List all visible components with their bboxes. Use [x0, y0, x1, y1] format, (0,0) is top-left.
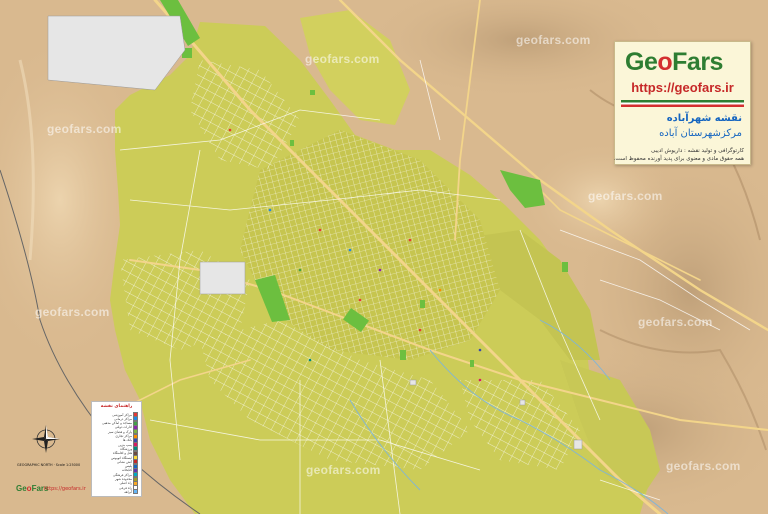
- brand-logo: GeoFars: [625, 48, 723, 77]
- map-legend: راهنمای نقشه مراکز آموزشی مراکز درمانی مسا…: [91, 401, 142, 497]
- watermark: geofars.com: [516, 33, 591, 47]
- legend-swatch: [133, 489, 138, 495]
- footer-brand-part1: Ge: [16, 484, 27, 493]
- watermark: geofars.com: [306, 463, 381, 477]
- footer-url[interactable]: https://geofars.ir: [44, 486, 86, 492]
- credit-cartography: کارتوگرافی و تولید نقشه : داریوش ادیبی: [651, 148, 744, 154]
- map-subtitle: مرکزشهرستان آباده: [659, 128, 742, 139]
- brand-text-part1: Ge: [625, 48, 658, 76]
- watermark: geofars.com: [47, 122, 122, 136]
- title-panel: GeoFars https://geofars.ir نقشه شهرآباده…: [614, 41, 751, 165]
- map-title: نقشه شهرآباده: [666, 113, 742, 124]
- watermark: geofars.com: [35, 305, 110, 319]
- brand-text-part2: Fars: [672, 48, 723, 76]
- flag-stripe: [621, 100, 744, 107]
- map-pin-icon: o: [657, 48, 673, 76]
- watermark: geofars.com: [305, 52, 380, 66]
- city-map[interactable]: geofars.com geofars.com geofars.com geof…: [0, 0, 768, 514]
- credit-rights: همه حقوق مادی و معنوی برای پدید آورنده م…: [613, 156, 744, 162]
- compass-rose-icon: [32, 425, 60, 453]
- legend-item: آبراهه: [96, 489, 138, 495]
- scale-info: GEOGRAPHIC NORTH · Scale 1:25000: [17, 463, 81, 467]
- watermark: geofars.com: [666, 459, 741, 473]
- watermark: geofars.com: [588, 189, 663, 203]
- watermark: geofars.com: [638, 315, 713, 329]
- legend-label: آبراهه: [124, 489, 132, 494]
- brand-url[interactable]: https://geofars.ir: [615, 80, 750, 95]
- legend-title: راهنمای نقشه: [100, 404, 133, 409]
